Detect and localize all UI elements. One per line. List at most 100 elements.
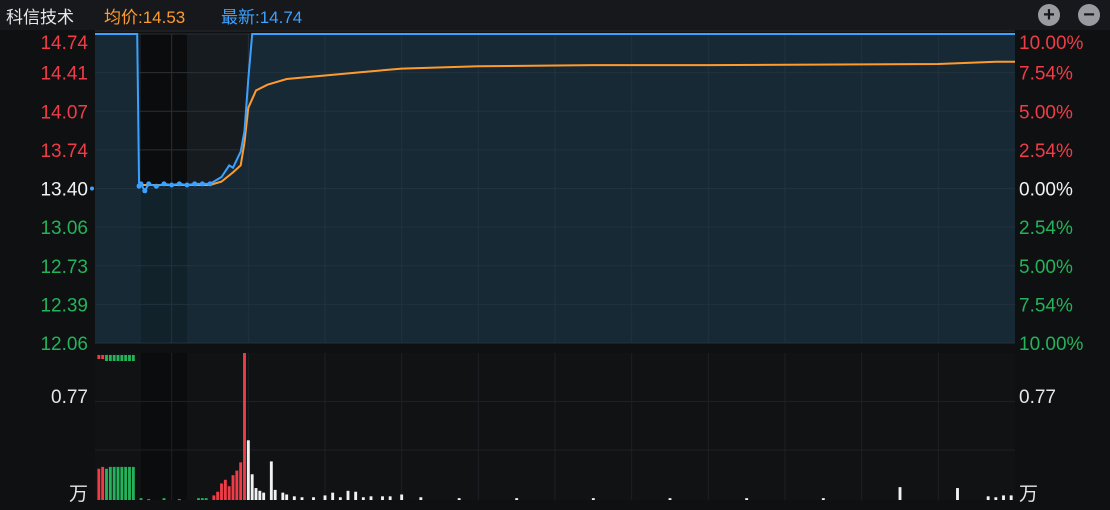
volume-bar: [338, 497, 342, 500]
volume-bar: [986, 496, 990, 500]
volume-bar: [300, 497, 304, 500]
volume-bar: [346, 490, 350, 500]
volume-bar: [220, 483, 223, 500]
volume-bar: [1009, 495, 1013, 500]
volume-bar: [124, 466, 128, 500]
volume-bar: [258, 490, 262, 500]
volume-bar: [223, 479, 227, 500]
volume-bar: [292, 496, 296, 500]
y-tick-right: 7.54%: [1019, 64, 1073, 85]
y-tick-right: 0.00%: [1019, 180, 1073, 201]
volume-bar: [457, 498, 461, 500]
volume-bar: [131, 466, 135, 500]
volume-bar: [388, 496, 392, 500]
volume-bar: [101, 355, 105, 359]
volume-bar: [128, 466, 131, 500]
volume-bar: [312, 497, 315, 500]
y-tick-right: 5.00%: [1019, 257, 1073, 278]
volume-bar: [1002, 495, 1005, 500]
price-point: [192, 181, 198, 187]
volume-bar: [131, 355, 135, 361]
price-point: [142, 188, 148, 194]
volume-bar: [243, 353, 246, 500]
volume-bar: [97, 468, 101, 500]
volume-bar: [331, 492, 335, 500]
volume-bar: [197, 498, 200, 500]
volume-bar: [147, 499, 151, 501]
volume-bar: [108, 466, 112, 500]
y-tick-left: 12.73: [40, 257, 88, 278]
volume-bar: [128, 355, 131, 361]
volume-tick-left: 0.77: [51, 387, 88, 408]
volume-bar: [994, 497, 998, 500]
prev-close-marker: [90, 186, 94, 191]
volume-bar: [116, 466, 120, 500]
volume-bar: [246, 440, 250, 500]
stock-name: 科信技术: [6, 8, 74, 27]
volume-bar: [419, 497, 423, 500]
volume-bar: [101, 466, 105, 500]
volume-bar: [354, 491, 358, 500]
volume-bar: [120, 466, 124, 500]
y-tick-right: 2.54%: [1019, 141, 1073, 162]
volume-bar: [162, 498, 166, 500]
volume-unit-right: 万: [1019, 484, 1038, 505]
volume-bar: [262, 492, 266, 500]
volume-bar: [250, 474, 254, 500]
price-point: [146, 181, 152, 187]
volume-bar: [231, 475, 235, 500]
volume-bar: [273, 489, 277, 500]
volume-bar: [116, 355, 120, 361]
volume-bar: [239, 462, 243, 500]
volume-bar: [668, 498, 672, 500]
volume-bar: [177, 499, 181, 501]
volume-bar: [204, 498, 208, 500]
volume-bar: [254, 488, 258, 500]
volume-bar: [269, 461, 273, 500]
header-divider: [95, 30, 1015, 32]
volume-bar: [515, 498, 519, 500]
volume-bar: [105, 468, 108, 500]
volume-bar: [200, 498, 204, 500]
y-tick-left: 13.74: [40, 141, 88, 162]
y-tick-right: 5.00%: [1019, 102, 1073, 123]
y-tick-right: 10.00%: [1019, 33, 1084, 54]
volume-bar: [361, 497, 365, 500]
volume-bar: [120, 355, 124, 361]
volume-bar: [124, 355, 128, 361]
volume-bar: [956, 488, 959, 500]
zoom-out-icon[interactable]: −: [1078, 4, 1100, 26]
volume-bar: [400, 494, 404, 500]
volume-bar: [112, 466, 116, 500]
volume-bar: [97, 355, 101, 359]
price-point: [153, 183, 159, 189]
y-tick-right: 2.54%: [1019, 218, 1073, 239]
volume-bar: [285, 494, 289, 500]
volume-bar: [112, 355, 116, 361]
volume-unit-left: 万: [69, 484, 88, 505]
y-tick-left: 14.41: [40, 64, 88, 85]
volume-bar: [369, 496, 373, 500]
intraday-chart: 14.74 10.00% 14.41 7.54% 14.07 5.00% 13.74 2.54…: [40, 30, 1084, 505]
price-point: [161, 181, 167, 187]
volume-bar: [216, 491, 220, 500]
volume-tick-right: 0.77: [1019, 387, 1056, 408]
volume-bar: [105, 355, 108, 361]
volume-bar: [591, 498, 595, 500]
volume-bar: [281, 492, 285, 500]
price-point: [207, 181, 213, 187]
volume-bar: [212, 495, 216, 500]
volume-bar: [898, 487, 902, 500]
price-point: [169, 182, 175, 188]
y-tick-left: 14.74: [40, 33, 88, 54]
chart-header: 科信技术 均价:14.53 最新:14.74 + −: [0, 0, 1110, 30]
volume-bar: [227, 486, 231, 500]
price-point: [184, 182, 190, 188]
y-tick-left: 13.40: [40, 180, 88, 201]
price-point: [176, 181, 182, 187]
volume-bar: [139, 498, 143, 500]
volume-bar: [235, 470, 239, 500]
call-auction-volume-zone: [141, 353, 187, 500]
zoom-in-icon[interactable]: +: [1038, 4, 1060, 26]
y-tick-left: 13.06: [40, 218, 88, 239]
